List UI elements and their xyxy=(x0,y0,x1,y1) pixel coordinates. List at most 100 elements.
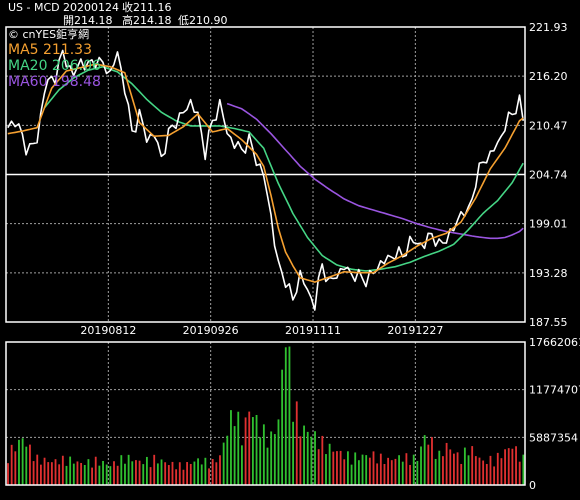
volume-bar xyxy=(321,435,324,485)
volume-bar xyxy=(167,465,170,485)
volume-bars xyxy=(7,346,525,485)
volume-bar xyxy=(427,444,430,485)
volume-bar xyxy=(171,461,174,485)
volume-bar xyxy=(25,446,28,485)
price-tick-label: 216.20 xyxy=(529,70,568,83)
volume-bar xyxy=(200,464,203,485)
date-tick-label: 20190812 xyxy=(80,324,136,337)
date-tick-label: 20191227 xyxy=(387,324,443,337)
volume-bar xyxy=(149,467,152,485)
volume-tick-label: 11774707 xyxy=(529,384,580,397)
date-tick-label: 20190926 xyxy=(183,324,239,337)
volume-bar xyxy=(478,457,481,485)
volume-bar xyxy=(522,454,525,485)
series-ma5-line xyxy=(7,63,524,283)
panel-frames xyxy=(5,26,526,486)
volume-bar xyxy=(336,451,338,485)
volume-bar xyxy=(485,463,488,485)
volume-bar xyxy=(390,460,393,485)
volume-bar xyxy=(273,434,276,485)
volume-bar xyxy=(87,459,90,485)
volume-bar xyxy=(493,466,496,485)
volume-bar xyxy=(496,452,499,485)
volume-bar xyxy=(387,457,390,485)
volume-bar xyxy=(32,461,35,485)
volume-bar xyxy=(222,442,225,485)
volume-bar xyxy=(197,458,199,485)
volume-bar xyxy=(306,431,309,485)
volume-bar xyxy=(153,454,156,485)
volume-bar xyxy=(303,425,305,485)
volume-bar xyxy=(409,464,411,485)
volume-bar xyxy=(124,463,126,485)
volume-bar xyxy=(204,457,207,485)
volume-bar xyxy=(270,431,273,485)
stock-chart: 221.93 216.20 210.47 204.74 199.01 193.28 187.… xyxy=(5,21,580,492)
volume-bar xyxy=(69,456,72,485)
volume-bar xyxy=(474,456,477,485)
volume-bar xyxy=(230,410,232,485)
volume-bar xyxy=(372,451,375,485)
volume-bar xyxy=(138,460,141,485)
volume-bar xyxy=(102,460,104,485)
volume-bar xyxy=(401,461,404,485)
volume-bar xyxy=(284,347,287,485)
volume-bar xyxy=(113,461,115,485)
watermark: © cnYES鉅亨網 xyxy=(8,27,89,41)
volume-bar xyxy=(145,456,148,485)
volume-bar xyxy=(350,464,353,485)
date-tick-label: 20191111 xyxy=(285,324,341,337)
volume-bar xyxy=(135,460,137,485)
volume-bar xyxy=(431,437,433,485)
ma-legend: MA5 211.33MA20 206.06MA60 198.48 xyxy=(8,42,101,90)
volume-bar xyxy=(189,463,192,485)
volume-bar xyxy=(91,467,93,485)
volume-bar xyxy=(61,455,64,485)
volume-bar xyxy=(325,454,327,485)
volume-bar xyxy=(241,445,243,485)
volume-bar xyxy=(281,369,284,485)
volume-bar xyxy=(412,454,415,485)
volume-bar xyxy=(277,419,280,485)
volume-bar xyxy=(251,417,254,485)
volume-bar xyxy=(259,437,262,485)
price-tick-label: 193.28 xyxy=(529,267,568,280)
volume-bar xyxy=(379,453,382,485)
volume-bar xyxy=(142,464,145,485)
volume-bar xyxy=(504,449,506,485)
volume-bar xyxy=(467,455,470,485)
volume-bar xyxy=(365,455,368,485)
volume-bar xyxy=(262,424,265,485)
volume-bar xyxy=(328,443,331,485)
volume-bar xyxy=(208,468,210,485)
volume-bar xyxy=(376,463,379,485)
chart-grid xyxy=(6,26,525,485)
volume-bar xyxy=(215,462,218,485)
legend-entry: MA20 206.06 xyxy=(8,58,101,74)
volume-bar xyxy=(449,449,452,485)
price-tick-label: 210.47 xyxy=(529,119,568,132)
volume-bar xyxy=(244,417,247,485)
volume-bar xyxy=(14,451,17,485)
volume-bar xyxy=(507,448,510,485)
volume-bar xyxy=(72,463,75,485)
volume-bar xyxy=(288,346,291,485)
axis-labels: 221.93 216.20 210.47 204.74 199.01 193.28 187.… xyxy=(80,21,580,492)
volume-bar xyxy=(160,459,163,485)
volume-bar xyxy=(442,456,444,485)
volume-bar xyxy=(127,454,130,485)
volume-bar xyxy=(98,465,101,485)
volume-bar xyxy=(116,465,119,485)
volume-bar xyxy=(50,462,53,485)
volume-bar xyxy=(29,444,31,485)
volume-bar xyxy=(182,469,185,485)
volume-bar xyxy=(109,466,112,485)
volume-bar xyxy=(47,462,50,485)
volume-bar xyxy=(460,463,463,485)
volume-bar xyxy=(193,461,196,485)
volume-bar xyxy=(105,464,108,485)
volume-bar xyxy=(131,461,134,485)
volume-bar xyxy=(233,426,236,485)
volume-bar xyxy=(54,459,57,485)
volume-bar xyxy=(354,452,357,485)
